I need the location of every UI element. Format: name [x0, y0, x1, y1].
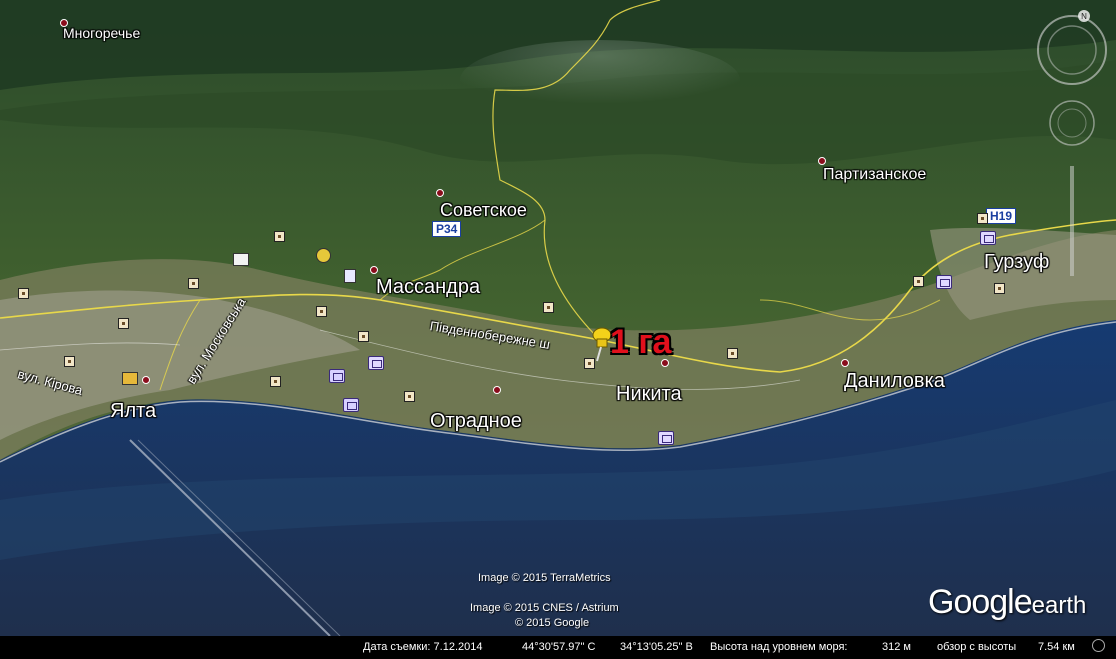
eye-altitude-label: обзор с высоты [937, 641, 1017, 653]
status-bar: Дата съемки: 7.12.2014 44°30'57.97" С 34… [0, 636, 1116, 659]
poi-marker[interactable] [727, 348, 738, 359]
poi-marker[interactable] [977, 213, 988, 224]
longitude: 34°13'05.25" В [620, 641, 693, 653]
poi-marker[interactable] [994, 283, 1005, 294]
poi-marker[interactable] [188, 278, 199, 289]
pin-label[interactable]: 1 га [610, 323, 671, 362]
imagery-date: Дата съемки: 7.12.2014 [363, 641, 483, 653]
place-label-otradnoe[interactable]: Отрадное [430, 410, 522, 433]
map-view[interactable]: Многоречье Советское Партизанское Массан… [0, 0, 1116, 659]
place-label-sovetskoe[interactable]: Советское [440, 200, 527, 221]
place-dot-otradnoe[interactable] [493, 386, 501, 394]
road-shield-p34[interactable]: Р34 [432, 221, 462, 237]
place-dot-partizanskoe[interactable] [818, 157, 826, 165]
move-ring[interactable] [1049, 100, 1095, 146]
elevation-label: Высота над уровнем моря: [710, 641, 848, 653]
hotel-icon[interactable] [936, 275, 952, 289]
place-label-yalta[interactable]: Ялта [110, 400, 156, 423]
satellite-terrain[interactable] [0, 0, 1116, 659]
place-label-nikita[interactable]: Никита [616, 383, 682, 406]
place-label-danilovka[interactable]: Даниловка [844, 370, 945, 393]
credit-cnes: Image © 2015 CNES / Astrium [470, 602, 619, 614]
road-shield-h19[interactable]: Н19 [986, 208, 1017, 224]
place-label-mnogorechye[interactable]: Многоречье [63, 25, 140, 41]
poi-marker[interactable] [64, 356, 75, 367]
elevation-value: 312 м [882, 641, 911, 653]
poi-marker[interactable] [18, 288, 29, 299]
poi-marker[interactable] [118, 318, 129, 329]
museum-icon[interactable] [233, 253, 249, 266]
place-label-partizanskoe[interactable]: Партизанское [823, 166, 926, 184]
place-dot-yalta[interactable] [142, 376, 150, 384]
hotel-icon[interactable] [980, 231, 996, 245]
place-dot-danilovka[interactable] [841, 359, 849, 367]
wine-icon[interactable] [344, 269, 356, 283]
poi-marker[interactable] [274, 231, 285, 242]
poi-marker[interactable] [316, 306, 327, 317]
poi-marker[interactable] [543, 302, 554, 313]
brand-google: Google [928, 583, 1033, 621]
navigation-controls[interactable]: N [1034, 8, 1112, 298]
church-icon[interactable] [122, 372, 138, 385]
place-label-massandra[interactable]: Массандра [376, 276, 480, 299]
status-spinner-icon [1092, 639, 1105, 652]
lodging-icon[interactable] [329, 369, 345, 383]
lodging-icon[interactable] [343, 398, 359, 412]
mosque-icon[interactable] [316, 248, 331, 263]
hotel-icon[interactable] [368, 356, 384, 370]
eye-altitude-value: 7.54 км [1038, 641, 1075, 653]
hotel-icon[interactable] [658, 431, 674, 445]
place-dot-massandra[interactable] [370, 266, 378, 274]
credit-google: © 2015 Google [515, 617, 590, 629]
poi-marker[interactable] [404, 391, 415, 402]
credit-terrametrics: Image © 2015 TerraMetrics [478, 572, 611, 584]
poi-marker[interactable] [358, 331, 369, 342]
place-dot-sovetskoe[interactable] [436, 189, 444, 197]
brand-earth: earth [1031, 592, 1087, 619]
poi-marker[interactable] [270, 376, 281, 387]
latitude: 44°30'57.97" С [522, 641, 596, 653]
poi-marker[interactable] [913, 276, 924, 287]
north-indicator[interactable]: N [1081, 12, 1087, 21]
google-earth-logo: Googleearth [928, 583, 1086, 622]
